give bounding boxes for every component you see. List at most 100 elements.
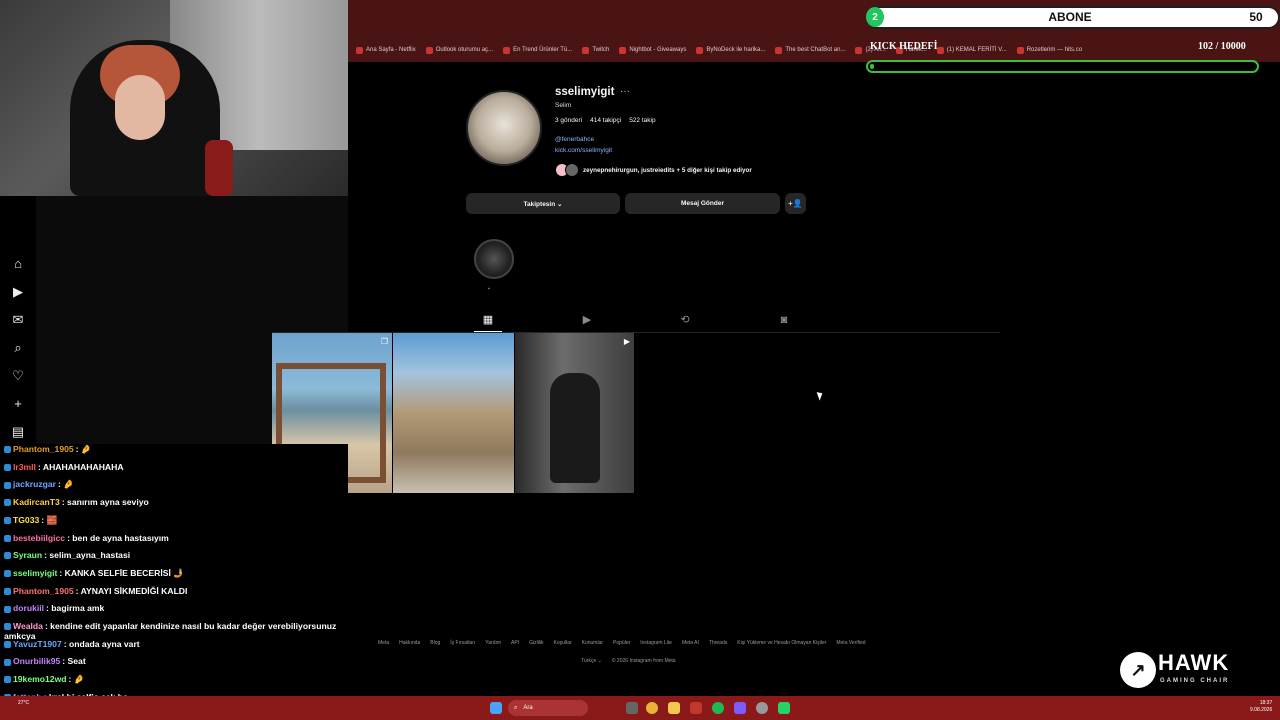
- send-message-button[interactable]: Mesaj Gönder: [625, 193, 780, 214]
- chat-text: : selim_ayna_hastasi: [44, 550, 131, 561]
- bookmark-item[interactable]: En Trend Ürünler Tü...: [503, 46, 572, 54]
- bookmark-item[interactable]: Twitch: [582, 46, 610, 54]
- chat-username[interactable]: 19kemo12wd: [13, 674, 67, 684]
- chat-username[interactable]: Syraun: [13, 550, 42, 560]
- chat-username[interactable]: KadircanT3: [13, 497, 60, 507]
- chat-username[interactable]: TG033: [13, 515, 39, 525]
- chat-badge-icon: [4, 570, 11, 578]
- reels-icon[interactable]: ▶: [10, 284, 26, 300]
- store-icon[interactable]: [690, 702, 702, 714]
- explorer-icon[interactable]: [668, 702, 680, 714]
- chat-badge-icon: [4, 605, 11, 613]
- reposts-tab-icon[interactable]: ⟲: [676, 312, 694, 328]
- heart-icon[interactable]: ♡: [10, 368, 26, 384]
- footer-link[interactable]: Yardım: [485, 640, 501, 646]
- tagged-tab-icon[interactable]: ◙: [775, 312, 793, 328]
- weather-widget[interactable]: 27°C: [18, 700, 29, 706]
- chat-message: sselimyigit: KANKA SELFİE BECERİSİ 🤳: [4, 568, 184, 579]
- bookmark-label: Rozetlerim — hits.co: [1026, 47, 1083, 53]
- clock-time: 18:37: [1259, 700, 1273, 706]
- footer-link[interactable]: Hakkında: [399, 640, 420, 646]
- following-count[interactable]: 522 takip: [629, 117, 655, 124]
- bookmark-item[interactable]: ByNoDeck ile harika...: [696, 46, 765, 54]
- chat-message: TG033: 🧱: [4, 515, 57, 526]
- kick-goal-title: KICK HEDEFİ: [870, 41, 938, 52]
- obs-icon[interactable]: [756, 702, 768, 714]
- chat-username[interactable]: sselimyigit: [13, 568, 57, 578]
- plus-icon[interactable]: +: [10, 396, 26, 412]
- footer-link[interactable]: Koşullar: [554, 640, 572, 646]
- post-thumbnail[interactable]: [393, 333, 514, 493]
- chat-username[interactable]: Phantom_1905: [13, 444, 74, 454]
- chat-username[interactable]: Phantom_1905: [13, 586, 74, 596]
- chat-username[interactable]: YavuzT1907: [13, 639, 62, 649]
- posts-tab-icon[interactable]: ▦: [479, 312, 497, 328]
- chat-username[interactable]: Onurbilik95: [13, 656, 60, 666]
- following-button[interactable]: Takiptesin ⌄: [466, 193, 620, 214]
- followers-count[interactable]: 414 takipçi: [590, 117, 621, 124]
- highlight-label-icon: ▪: [488, 286, 490, 292]
- chat-username[interactable]: jackruzgar: [13, 479, 56, 489]
- dashboard-icon[interactable]: ▤: [10, 424, 26, 440]
- spotify-icon[interactable]: [712, 702, 724, 714]
- footer-link[interactable]: Meta Verified: [836, 640, 865, 646]
- taskbar-search-label: Ara: [523, 705, 533, 711]
- chat-text: : AYNAYI SİKMEDİĞİ KALDI: [75, 585, 188, 596]
- footer-link[interactable]: Meta: [378, 640, 389, 646]
- bookmark-item[interactable]: (1) KEMAL FERİTİ V...: [936, 46, 1007, 54]
- bio-mention-link[interactable]: @fenerbahce: [555, 136, 594, 143]
- bookmark-label: The best ChatBot an...: [785, 47, 846, 53]
- footer-link[interactable]: İş Fırsatları: [450, 640, 475, 646]
- chat-message: lr3mll: AHAHAHAHAHAHA: [4, 462, 124, 472]
- chat-username[interactable]: lr3mll: [13, 462, 36, 472]
- bookmark-label: Twitch: [592, 47, 610, 53]
- bookmark-item[interactable]: Ana Sayfa - Netflix: [356, 46, 416, 54]
- profile-avatar[interactable]: [466, 90, 542, 166]
- footer-link[interactable]: Instagram Lite: [640, 640, 672, 646]
- task-view-icon[interactable]: [626, 702, 638, 714]
- posts-count[interactable]: 3 gönderi: [555, 117, 582, 124]
- bio-external-link[interactable]: kick.com/sselimyigit: [555, 147, 612, 154]
- whatsapp-icon[interactable]: [778, 702, 790, 714]
- chat-message: bestebiilgicc: ben de ayna hastasıyım: [4, 533, 169, 543]
- hawk-wordmark: HAWK: [1158, 650, 1230, 675]
- footer-link[interactable]: Gizlilik: [529, 640, 543, 646]
- post-thumbnail[interactable]: ▶: [515, 333, 634, 493]
- start-icon[interactable]: [490, 702, 502, 714]
- chat-text: : AHAHAHAHAHAHA: [37, 461, 124, 472]
- footer-link[interactable]: API: [511, 640, 519, 646]
- chat-username[interactable]: dorukiil: [13, 603, 44, 613]
- more-options-icon[interactable]: ···: [620, 86, 630, 97]
- footer-link[interactable]: Konumlar: [582, 640, 603, 646]
- story-highlight[interactable]: [474, 239, 514, 279]
- chrome-icon[interactable]: [646, 702, 658, 714]
- chat-text: : bagirma amk: [46, 603, 105, 614]
- language-select[interactable]: Türkçe ⌄: [581, 658, 602, 664]
- bookmark-item[interactable]: Outlook oturumu aç...: [425, 46, 493, 54]
- bookmark-item[interactable]: The best ChatBot an...: [775, 46, 846, 54]
- followed-by[interactable]: zeynepnehirurgun, justreiedits + 5 diğer…: [555, 163, 752, 177]
- footer-link[interactable]: Threads: [709, 640, 727, 646]
- taskbar-search[interactable]: ⌕ Ara: [508, 700, 588, 716]
- chat-username[interactable]: Wealda: [13, 621, 43, 631]
- chat-badge-icon: [4, 534, 11, 542]
- chat-text: : sanırım ayna seviyo: [61, 497, 149, 508]
- footer-link[interactable]: Meta AI: [682, 640, 699, 646]
- footer-link[interactable]: Blog: [430, 640, 440, 646]
- kick-goal-bar: [866, 60, 1259, 73]
- taskbar-clock[interactable]: 18:37 9.08.2026: [1250, 700, 1272, 714]
- add-user-button[interactable]: +👤: [785, 193, 806, 214]
- chat-username[interactable]: bestebiilgicc: [13, 533, 65, 543]
- footer-link[interactable]: Kişi Yükleme ve Hesabı Olmayan Kişiler: [737, 640, 826, 646]
- carousel-icon: ❐: [380, 337, 388, 346]
- messages-icon[interactable]: ✉: [10, 312, 26, 328]
- reels-tab-icon[interactable]: ▶: [578, 312, 596, 328]
- bookmark-item[interactable]: Rozetlerim — hits.co: [1016, 46, 1083, 54]
- discord-icon[interactable]: [734, 702, 746, 714]
- home-icon[interactable]: ⌂: [10, 256, 26, 272]
- webcam-overlay: [0, 0, 348, 196]
- footer-link[interactable]: Popüler: [613, 640, 630, 646]
- search-icon[interactable]: ⌕: [10, 340, 26, 356]
- bookmark-item[interactable]: Nightbot - Giveaways: [619, 46, 686, 54]
- bookmark-favicon-icon: [503, 46, 511, 54]
